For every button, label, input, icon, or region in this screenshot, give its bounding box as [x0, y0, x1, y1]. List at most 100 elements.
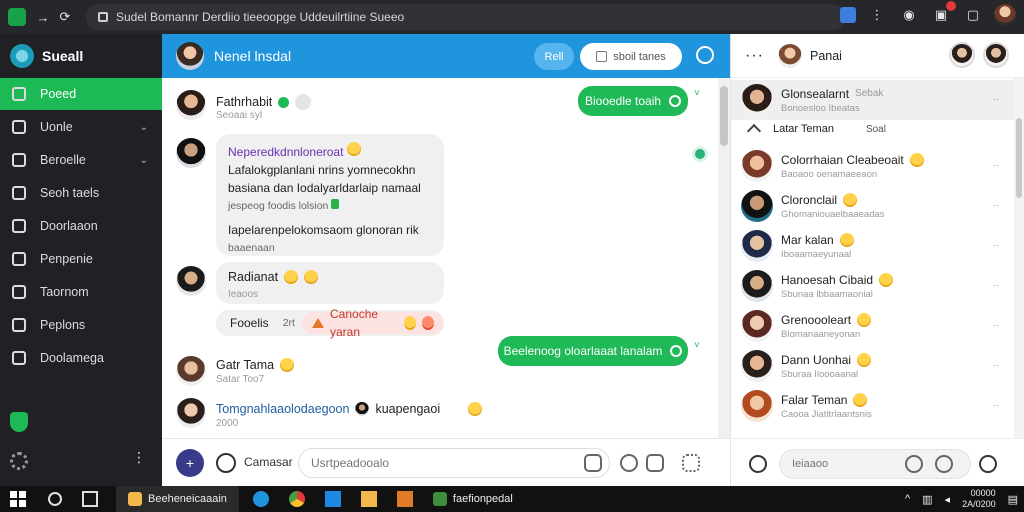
more-horizontal-icon[interactable]: ··	[992, 240, 999, 251]
extensions-icon[interactable]: ▣	[930, 1, 956, 26]
message-input[interactable]	[298, 448, 610, 478]
reaction-icon[interactable]	[295, 94, 312, 110]
location-icon[interactable]	[905, 455, 923, 473]
sidebar-item[interactable]: Peplons	[0, 309, 162, 341]
security-icon[interactable]	[10, 412, 28, 432]
contact-avatar[interactable]	[983, 42, 1009, 68]
header-search-button[interactable]: sboil tanes	[580, 43, 682, 70]
edge-icon[interactable]	[252, 491, 269, 507]
file-icon[interactable]	[646, 454, 664, 472]
link-icon[interactable]	[620, 454, 638, 472]
more-horizontal-icon[interactable]: ··	[992, 160, 999, 171]
forward-icon[interactable]: →	[32, 6, 54, 28]
message-menu-icon[interactable]: ˅	[694, 88, 700, 99]
contact-item[interactable]: Cloronclail Ghomaniouaelbaaeadas ··	[731, 186, 1015, 226]
sidebar-item[interactable]: Poeed	[0, 78, 168, 110]
contacts-scrollbar[interactable]	[1014, 78, 1024, 438]
volume-icon[interactable]: ◂	[945, 493, 951, 506]
contacts-scrollbar-thumb[interactable]	[1016, 118, 1022, 198]
message-menu-icon[interactable]: ˅	[694, 340, 700, 351]
profile-avatar[interactable]	[994, 4, 1016, 26]
contact-item[interactable]: Grenoooleart Blomanaaneyonan ··	[731, 306, 1015, 346]
more-horizontal-icon[interactable]: ··	[992, 320, 999, 331]
sidebar-item[interactable]: Penpenie	[0, 243, 162, 275]
message-list[interactable]: Fathrhabit Seoaai syl Biooedle toaih ˅ N…	[162, 78, 718, 438]
chevron-down-icon[interactable]: ⌄	[140, 155, 148, 166]
sidebar-item[interactable]: Uonle ⌄	[0, 111, 162, 143]
message-avatar[interactable]	[176, 398, 206, 428]
thumbs-up-icon[interactable]	[840, 7, 856, 23]
contact-avatar	[741, 310, 773, 342]
contacts-avatar[interactable]	[777, 43, 802, 68]
sender-name: Fathrhabit	[216, 95, 273, 109]
store-icon[interactable]	[324, 491, 341, 507]
incoming-message-bubble[interactable]: Radianat Ieaoos	[216, 262, 444, 304]
info-icon[interactable]	[696, 46, 714, 64]
start-icon[interactable]	[10, 491, 26, 507]
contact-item[interactable]: Mar kalan Iboaamaeyunaal ··	[731, 226, 1015, 266]
home-icon	[12, 87, 26, 101]
brand[interactable]: Sueall	[0, 34, 162, 78]
more-vertical-icon[interactable]: ⋮	[866, 4, 888, 26]
chevron-down-icon[interactable]: ⌄	[140, 122, 148, 133]
more-horizontal-icon[interactable]: ··	[992, 94, 999, 105]
taskbar-app[interactable]: Beeheneicaaain	[116, 486, 239, 512]
contact-item[interactable]: Hanoesah Cibaid Sbunaa lbbaamaonial ··	[731, 266, 1015, 306]
mention-avatar[interactable]	[355, 402, 370, 416]
gift-icon[interactable]	[935, 455, 953, 473]
address-bar[interactable]: Sudel Bomannr Derdiio tieeoopge Uddeuilr…	[86, 4, 846, 30]
settings-icon[interactable]	[10, 452, 28, 470]
reaction-pill[interactable]: Canoche yaran	[302, 307, 444, 339]
message-avatar[interactable]	[176, 138, 206, 168]
message-avatar[interactable]	[176, 356, 206, 386]
outgoing-message-bubble[interactable]: Beelenoog oloarlaaat lanalam	[498, 336, 688, 366]
message-avatar[interactable]	[176, 90, 206, 120]
chevron-up-icon[interactable]: ^	[905, 493, 910, 505]
sidebar-item[interactable]: Doolamega	[0, 342, 162, 374]
expand-icon[interactable]	[682, 454, 700, 472]
taskbar-app[interactable]: faefionpedal	[421, 486, 525, 512]
contact-item[interactable]: Dann Uonhai Sburaa Iloooaanal ··	[731, 346, 1015, 386]
shield-icon[interactable]: ◉	[898, 4, 920, 26]
more-horizontal-icon[interactable]: ···	[745, 47, 764, 65]
contact-item[interactable]: Falar Teman Caooa Jiatitrlaantsnis ··	[731, 386, 1015, 426]
reload-icon[interactable]: ⟳	[54, 6, 76, 28]
compose-icon[interactable]	[749, 455, 767, 473]
clock[interactable]: 00000 2A/0200	[962, 488, 996, 510]
chat-avatar[interactable]	[176, 42, 204, 70]
sidebar-item[interactable]: Beroelle ⌄	[0, 144, 162, 176]
chat-scrollbar-thumb[interactable]	[720, 86, 728, 146]
chrome-icon[interactable]	[288, 491, 305, 507]
sidebar-item[interactable]: Taornom	[0, 276, 162, 308]
sidebar-item[interactable]: Seoh taels	[0, 177, 162, 209]
network-icon[interactable]: ▥	[922, 493, 932, 506]
contact-avatar[interactable]	[949, 42, 975, 68]
search-icon[interactable]	[48, 492, 62, 506]
more-horizontal-icon[interactable]: ··	[992, 360, 999, 371]
more-vertical-icon[interactable]: ⋮	[132, 449, 146, 466]
app-icon[interactable]	[396, 491, 413, 507]
more-horizontal-icon[interactable]: ··	[992, 200, 999, 211]
sidebar-item[interactable]: Doorlaaon	[0, 210, 162, 242]
more-horizontal-icon[interactable]: ··	[992, 400, 999, 411]
microphone-icon[interactable]	[979, 455, 997, 473]
message-avatar[interactable]	[176, 266, 206, 296]
contact-status: Caooa Jiatitrlaantsnis	[781, 408, 872, 420]
attach-button[interactable]: +	[176, 449, 204, 477]
status-dot-icon[interactable]	[692, 146, 708, 162]
header-action-button[interactable]: Rell	[534, 43, 574, 70]
outgoing-message-bubble[interactable]: Biooedle toaih	[578, 86, 688, 116]
notifications-icon[interactable]: ▤	[1008, 493, 1018, 506]
section-badge: Soal	[865, 123, 886, 135]
explorer-icon[interactable]	[360, 491, 377, 507]
window-icon[interactable]: ▢	[962, 4, 984, 26]
emoji-picker-icon[interactable]	[216, 453, 236, 473]
format-icon[interactable]	[584, 454, 602, 472]
task-view-icon[interactable]	[82, 491, 98, 507]
more-horizontal-icon[interactable]: ··	[992, 280, 999, 291]
contact-item[interactable]: Glonsealarnt Sebak Bonoesloo Ibeatas ··	[731, 80, 1015, 120]
incoming-message-bubble[interactable]: Neperedkdnnloneroat Lafalokgplanlani nri…	[216, 134, 444, 256]
contact-section-header[interactable]: Latar Teman Soal	[731, 116, 1015, 142]
contact-item[interactable]: Colorrhaian Cleabeoait Baoaoo oenamaeeaon…	[731, 146, 1015, 186]
taskbar: Beeheneicaaain faefionpedal ^ ▥ ◂ 00000 …	[0, 486, 1024, 512]
